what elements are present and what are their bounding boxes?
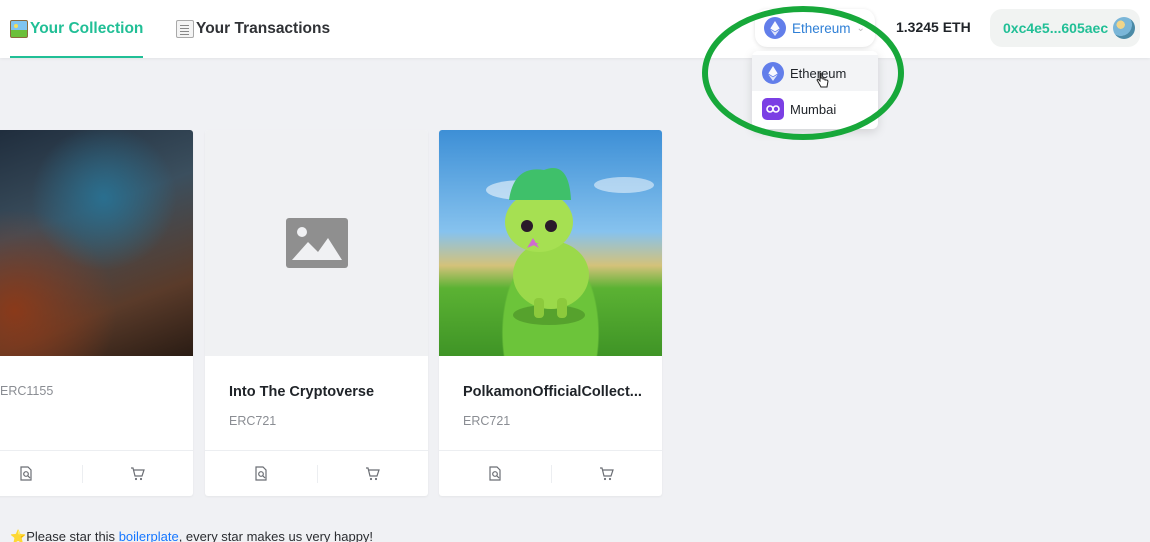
- footer-prefix: Please star this: [26, 529, 119, 542]
- wallet-balance: 1.3245 ETH: [896, 19, 971, 35]
- tab-your-transactions-label: Your Transactions: [196, 20, 331, 37]
- star-icon: ⭐: [10, 529, 27, 542]
- tab-your-collection[interactable]: Your Collection: [10, 0, 144, 58]
- nft-standard: ERC721: [463, 414, 511, 428]
- card-actions: [205, 450, 428, 496]
- polygon-icon: [762, 98, 784, 120]
- file-search-icon: [255, 466, 267, 481]
- footer-message: ⭐Please star this boilerplate, every sta…: [10, 529, 373, 542]
- card-actions: [439, 450, 662, 496]
- wallet-address: 0xc4e5...605aec: [1003, 20, 1109, 36]
- framed-picture-icon: [10, 20, 28, 38]
- ethereum-icon: [764, 17, 786, 39]
- footer-suffix: , every star makes us very happy!: [178, 529, 374, 542]
- buy-button[interactable]: [550, 451, 663, 496]
- view-details-button[interactable]: [439, 451, 551, 496]
- nft-image-cyberpunk-chef: [0, 130, 193, 356]
- network-select-value: Ethereum: [792, 20, 851, 36]
- nft-image-placeholder: [205, 130, 428, 356]
- page-icon: [176, 20, 194, 38]
- nft-standard: ERC1155: [0, 384, 54, 398]
- file-search-icon: [489, 466, 501, 481]
- hand-pointer-icon: [816, 72, 829, 88]
- green-unicorn-artwork: [486, 168, 654, 325]
- view-details-button[interactable]: [0, 451, 82, 496]
- chevron-down-icon: ⌄: [856, 22, 865, 34]
- shopping-cart-icon: [599, 466, 614, 480]
- wallet-address-button[interactable]: 0xc4e5...605aec: [990, 9, 1140, 47]
- top-header: Your Collection Your Transactions Ethere…: [0, 0, 1150, 58]
- network-option-label: Mumbai: [790, 101, 837, 117]
- buy-button[interactable]: [81, 451, 194, 496]
- ethereum-icon: [762, 62, 784, 84]
- tab-your-collection-label: Your Collection: [30, 20, 144, 37]
- network-select[interactable]: Ethereum ⌄: [755, 9, 875, 47]
- network-dropdown: Ethereum Mumbai: [752, 51, 878, 129]
- image-placeholder-icon: [285, 218, 348, 268]
- nft-title: PolkamonOfficialCollect...: [463, 384, 642, 400]
- file-search-icon: [20, 466, 32, 481]
- nft-title: Into The Cryptoverse: [229, 384, 375, 400]
- nft-standard: ERC721: [229, 414, 277, 428]
- shopping-cart-icon: [365, 466, 380, 480]
- avatar-icon: [1113, 17, 1135, 39]
- nft-card[interactable]: ERC1155: [0, 130, 193, 496]
- nft-card[interactable]: PolkamonOfficialCollect... ERC721: [439, 130, 662, 496]
- buy-button[interactable]: [316, 451, 429, 496]
- boilerplate-link[interactable]: boilerplate: [119, 529, 179, 542]
- card-actions: [0, 450, 193, 496]
- shopping-cart-icon: [130, 466, 145, 480]
- nft-image-green-unicorn: [439, 130, 662, 356]
- view-details-button[interactable]: [205, 451, 317, 496]
- tab-your-transactions[interactable]: Your Transactions: [176, 0, 330, 58]
- nft-card[interactable]: Into The Cryptoverse ERC721: [205, 130, 428, 496]
- active-tab-indicator: [10, 56, 144, 58]
- network-option-mumbai[interactable]: Mumbai: [752, 91, 878, 127]
